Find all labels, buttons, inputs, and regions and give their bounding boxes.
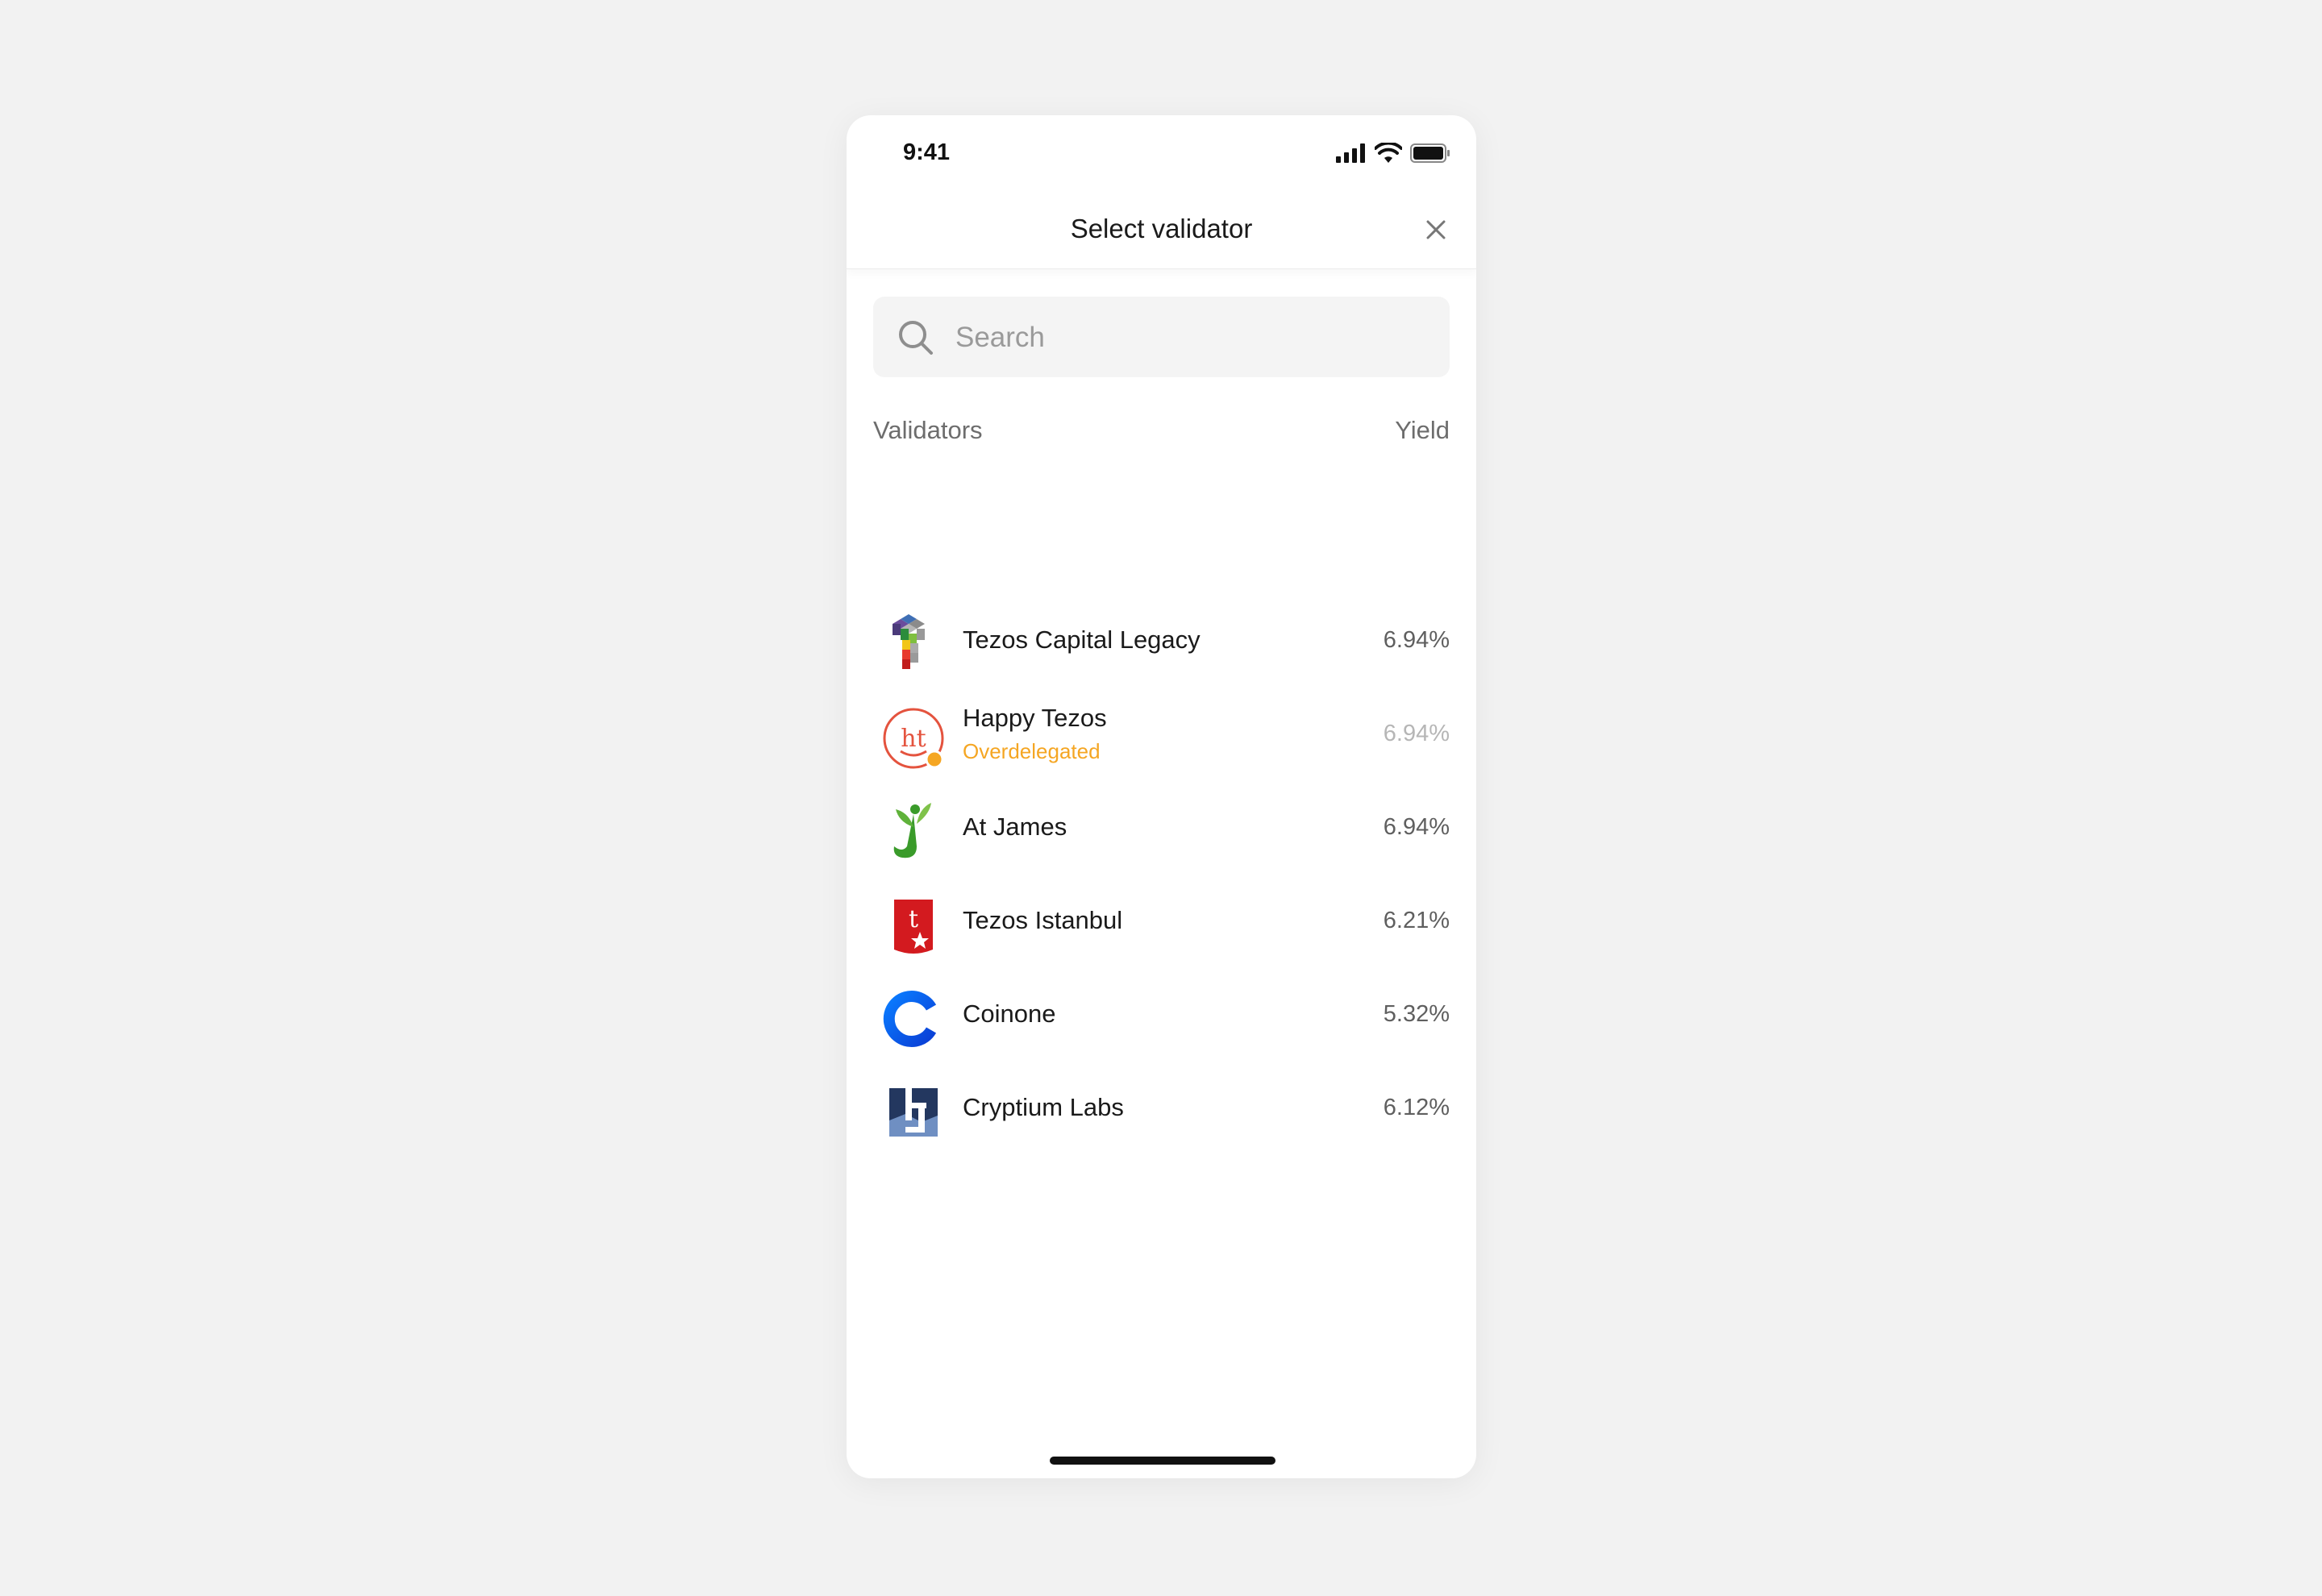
validator-row-at-james[interactable]: At James 6.94% <box>873 780 1450 874</box>
validator-name: Happy Tezos <box>963 703 1107 732</box>
home-indicator <box>1050 1457 1275 1465</box>
validator-name: At James <box>963 813 1067 841</box>
close-icon <box>1426 220 1446 239</box>
validator-yield: 6.94% <box>1383 627 1450 653</box>
overdelegated-badge: Overdelegated <box>963 738 1101 763</box>
validator-row-tezos-istanbul[interactable]: t Tezos Istanbul 6.21% <box>873 874 1450 967</box>
validator-row-coinone[interactable]: Coinone 5.32% <box>873 967 1450 1061</box>
validator-name-block: Tezos Istanbul <box>963 874 1122 967</box>
validator-name-block: Coinone <box>963 967 1055 1061</box>
validator-row-cryptium-labs[interactable]: Cryptium Labs 6.12% <box>873 1061 1450 1154</box>
at-james-logo-icon <box>893 803 931 858</box>
header <box>847 115 1476 269</box>
close-button[interactable] <box>1420 214 1452 246</box>
page-title: Select validator <box>1070 214 1253 243</box>
validator-yield: 6.94% <box>1383 814 1450 840</box>
validator-yield: 6.12% <box>1383 1095 1450 1120</box>
validator-name: Coinone <box>963 1000 1056 1028</box>
validator-row-happy-tezos[interactable]: ht Happy Tezos Overdelegated 6.94% <box>873 687 1450 780</box>
validator-yield: 5.32% <box>1383 1001 1450 1027</box>
svg-text:ht: ht <box>901 725 926 753</box>
phone-frame: 9:41 Select validator Search Validators … <box>847 115 1476 1478</box>
happy-tezos-logo-icon: ht <box>883 708 944 769</box>
validators-column-label: Validators <box>873 416 983 444</box>
validator-row-tezos-capital-legacy[interactable]: Tezos Capital Legacy 6.94% <box>873 593 1450 687</box>
validator-name-block: At James <box>963 780 1067 874</box>
search-icon <box>899 321 933 355</box>
yield-column-label: Yield <box>1395 416 1450 444</box>
coinone-logo-icon <box>883 991 937 1047</box>
validator-name-block: Happy Tezos Overdelegated <box>963 687 1107 780</box>
validator-yield: 6.94% <box>1383 721 1450 746</box>
tezos-istanbul-logo-icon: t <box>894 900 933 954</box>
search-input[interactable] <box>954 297 1425 379</box>
validator-name: Tezos Capital Legacy <box>963 626 1201 654</box>
svg-text:t: t <box>909 905 918 933</box>
validator-name-block: Tezos Capital Legacy <box>963 593 1201 687</box>
validator-name: Cryptium Labs <box>963 1093 1124 1121</box>
validator-name-block: Cryptium Labs <box>963 1061 1124 1154</box>
search-box[interactable] <box>873 297 1450 379</box>
validator-name: Tezos Istanbul <box>963 906 1123 934</box>
tezos-capital-logo-icon <box>893 614 925 669</box>
validator-yield: 6.21% <box>1383 908 1450 933</box>
cryptium-labs-logo-icon <box>889 1088 938 1137</box>
